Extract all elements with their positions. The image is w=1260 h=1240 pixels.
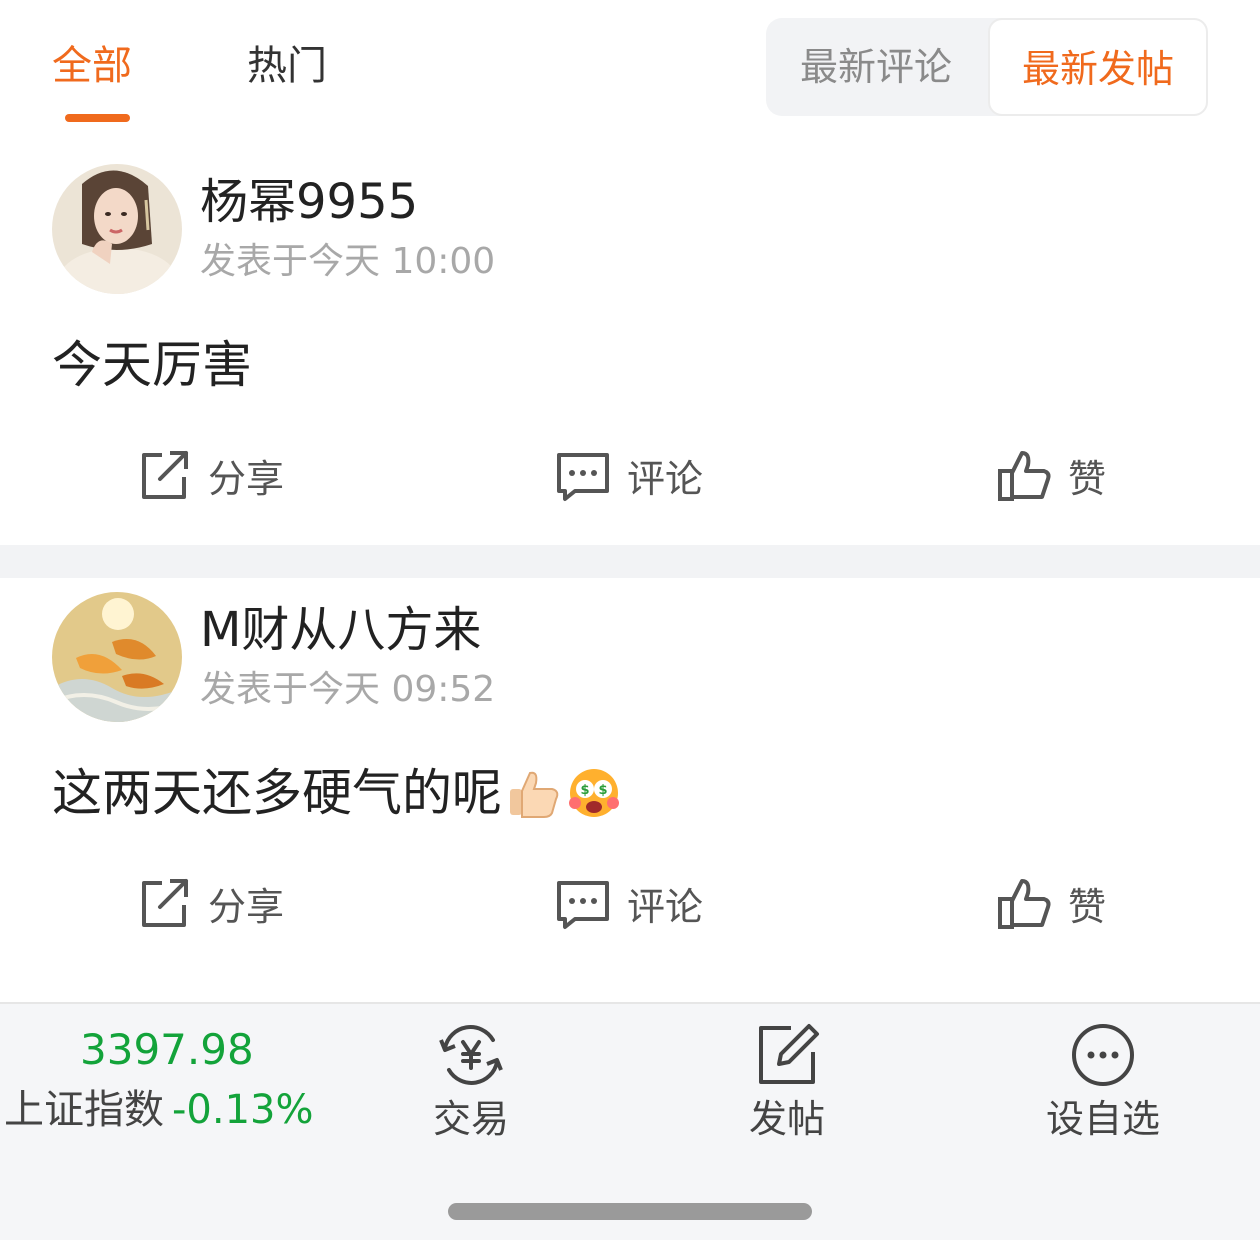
post-actions: 分享 评论 赞 <box>0 435 1260 515</box>
index-name: 上证指数 <box>4 1087 164 1133</box>
post-content[interactable]: 今天厉害 <box>52 332 252 398</box>
watchlist-label: 设自选 <box>1045 1097 1160 1141</box>
svg-text:$: $ <box>598 783 607 798</box>
index-change: -0.13% <box>172 1087 314 1133</box>
trade-label: 交易 <box>432 1097 509 1141</box>
svg-text:$: $ <box>580 783 589 798</box>
compose-post-button[interactable]: 发帖 <box>717 1022 857 1152</box>
share-icon <box>142 451 188 499</box>
share-button[interactable]: 分享 <box>136 863 284 943</box>
thumbs-up-icon <box>998 879 1051 929</box>
comment-icon <box>557 453 609 501</box>
home-indicator[interactable] <box>448 1203 812 1220</box>
post-text: 这两天还多硬气的呢 <box>52 764 502 822</box>
trade-button[interactable]: 交易 <box>401 1022 541 1152</box>
post-card[interactable]: M财从八方来 发表于今天 09:52 这两天还多硬气的呢 $ $ 分享 评论 赞 <box>0 578 1260 988</box>
thumbs-up-emoji <box>510 771 559 818</box>
avatar-portrait-image <box>52 164 182 294</box>
sort-toggle: 最新评论 最新发帖 <box>766 18 1208 116</box>
username[interactable]: 杨幂9955 <box>200 170 418 234</box>
post-divider <box>0 545 1260 578</box>
more-circle-icon <box>1072 1024 1134 1086</box>
like-button[interactable]: 赞 <box>996 863 1106 943</box>
avatar-koi-fish-image <box>52 592 182 722</box>
trade-yen-cycle-icon <box>439 1025 503 1085</box>
comment-icon <box>557 881 609 929</box>
top-tab-bar: 全部 热门 最新评论 最新发帖 <box>0 0 1260 140</box>
money-face-emoji: $ $ <box>569 769 619 817</box>
post-time: 发表于今天 09:52 <box>200 669 496 710</box>
tab-all[interactable]: 全部 <box>52 38 132 94</box>
like-label: 赞 <box>1068 884 1107 929</box>
share-label: 分享 <box>208 456 285 501</box>
avatar[interactable] <box>52 164 182 294</box>
sort-latest-comment-button[interactable]: 最新评论 <box>766 18 986 116</box>
like-label: 赞 <box>1068 456 1107 501</box>
tab-hot[interactable]: 热门 <box>247 38 327 94</box>
avatar[interactable] <box>52 592 182 722</box>
share-button[interactable]: 分享 <box>136 435 284 515</box>
post-time: 发表于今天 10:00 <box>200 241 496 282</box>
compose-post-label: 发帖 <box>748 1097 825 1141</box>
share-label: 分享 <box>208 884 285 929</box>
post-actions: 分享 评论 赞 <box>0 863 1260 943</box>
thumbs-up-icon <box>998 451 1051 501</box>
comment-label: 评论 <box>627 456 704 501</box>
share-icon <box>142 879 188 927</box>
index-value[interactable]: 3397.98 <box>80 1024 254 1076</box>
comment-label: 评论 <box>627 884 704 929</box>
like-button[interactable]: 赞 <box>996 435 1106 515</box>
comment-button[interactable]: 评论 <box>555 863 703 943</box>
post-card[interactable]: 杨幂9955 发表于今天 10:00 今天厉害 分享 评论 赞 <box>0 150 1260 545</box>
post-content[interactable]: 这两天还多硬气的呢 $ $ <box>52 760 622 826</box>
active-tab-indicator <box>65 114 130 122</box>
compose-icon <box>759 1024 819 1084</box>
username[interactable]: M财从八方来 <box>200 598 481 662</box>
post-text: 今天厉害 <box>52 336 252 394</box>
comment-button[interactable]: 评论 <box>555 435 703 515</box>
add-to-watchlist-button[interactable]: 设自选 <box>1033 1022 1173 1152</box>
sort-latest-post-button[interactable]: 最新发帖 <box>988 18 1208 116</box>
index-ticker[interactable]: 上证指数 -0.13% <box>4 1084 314 1136</box>
